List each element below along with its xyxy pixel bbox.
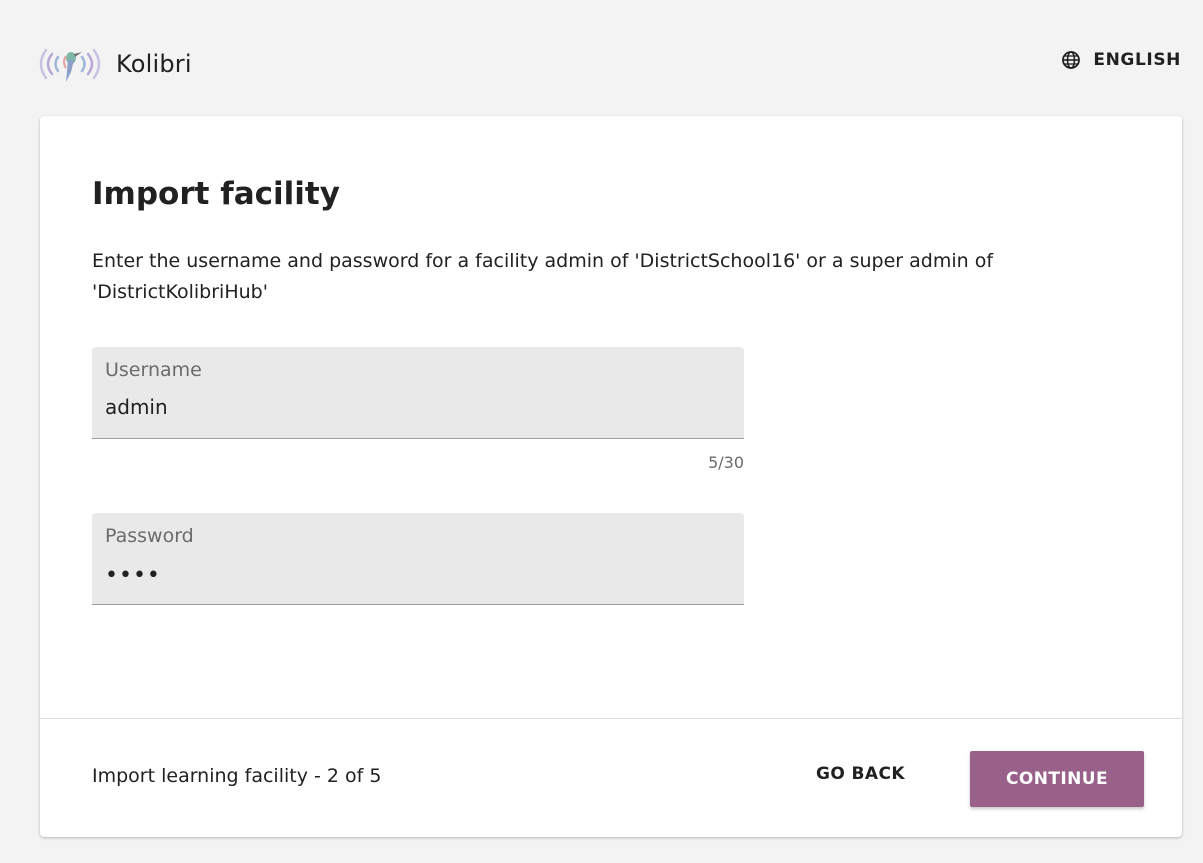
username-label: Username <box>105 359 202 381</box>
import-facility-card: Import facility Enter the username and p… <box>40 116 1182 837</box>
top-bar: Kolibri ENGLISH <box>0 0 1203 120</box>
setup-wizard-page: Kolibri ENGLISH Import facility Enter th… <box>0 0 1203 863</box>
language-label[interactable]: ENGLISH <box>1093 50 1181 70</box>
password-label: Password <box>105 525 194 547</box>
language-selector[interactable]: ENGLISH <box>1061 50 1181 70</box>
page-title: Import facility <box>92 176 340 212</box>
kolibri-logo-icon <box>39 48 101 82</box>
step-indicator: Import learning facility - 2 of 5 <box>92 765 382 787</box>
username-input[interactable] <box>105 395 725 419</box>
app-name: Kolibri <box>116 50 192 78</box>
globe-icon <box>1062 51 1081 69</box>
username-char-counter: 5/30 <box>708 453 744 472</box>
instructions-text: Enter the username and password for a fa… <box>92 250 994 303</box>
continue-button-label: CONTINUE <box>1006 769 1108 789</box>
continue-button[interactable]: CONTINUE <box>970 751 1144 807</box>
password-input[interactable]: •••• <box>105 563 161 588</box>
password-field[interactable]: Password •••• <box>92 513 744 605</box>
footer-divider <box>40 718 1182 719</box>
brand: Kolibri <box>38 42 192 86</box>
card-body: Import facility Enter the username and p… <box>92 172 1132 605</box>
go-back-button[interactable]: GO BACK <box>816 764 905 784</box>
username-field[interactable]: Username <box>92 347 744 439</box>
